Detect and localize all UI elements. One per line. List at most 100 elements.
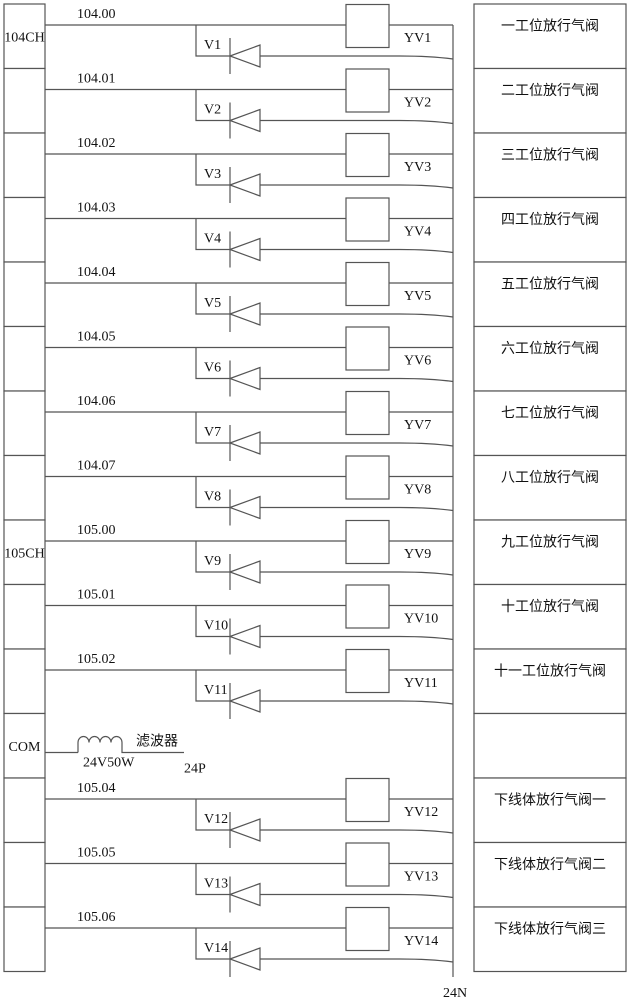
solenoid-coil: [345, 68, 390, 113]
solenoid-coil: [345, 132, 390, 178]
diode-icon: [228, 495, 261, 520]
valve-description: 五工位放行气阀: [501, 276, 599, 292]
description-cell: [473, 390, 627, 457]
solenoid-coil: [345, 455, 390, 500]
diode-return-wire: [260, 55, 454, 60]
circuit-row: 105.00 YV9 V9: [45, 519, 454, 590]
coil-label: YV7: [404, 418, 431, 433]
filter-label: 滤波器: [136, 734, 178, 750]
output-address: 104.05: [77, 330, 116, 345]
solenoid-coil: [345, 777, 390, 823]
diode-label: V1: [204, 38, 221, 53]
solenoid-coil: [345, 3, 390, 49]
circuit-row: 104.07 YV8 V8: [45, 455, 454, 526]
diode-icon: [228, 108, 261, 133]
com-row: 滤波器24V50W 24P: [45, 734, 206, 777]
diode-return-wire: [260, 829, 454, 834]
valve-description: 六工位放行气阀: [501, 341, 599, 357]
coil-label: YV11: [404, 676, 438, 691]
plc-terminal-cell: [3, 583, 46, 650]
diode-return-wire: [260, 506, 454, 512]
positive-supply-label: 24P: [184, 762, 206, 777]
diode-label: V14: [204, 941, 228, 956]
plc-terminal-cell: [3, 454, 46, 521]
description-cell: [473, 325, 627, 392]
output-address: 104.04: [77, 265, 116, 280]
coil-label: YV1: [404, 31, 431, 46]
diode-icon: [228, 173, 261, 197]
description-column: 一工位放行气阀二工位放行气阀三工位放行气阀四工位放行气阀五工位放行气阀六工位放行…: [473, 3, 627, 973]
plc-terminal-cell: [3, 325, 46, 392]
coil-label: YV13: [404, 870, 438, 885]
diode-label: V13: [204, 877, 228, 892]
solenoid-coil: [345, 584, 390, 629]
plc-terminal-cell: [3, 390, 46, 457]
output-address: 104.01: [77, 72, 116, 87]
diode-icon: [228, 624, 261, 649]
diode-return-wire: [260, 893, 454, 899]
valve-description: 下线体放行气阀二: [494, 857, 606, 873]
coil-label: YV14: [404, 934, 438, 949]
output-address: 104.07: [77, 459, 116, 474]
circuit-row: 105.01 YV10 V10: [45, 584, 454, 655]
valve-description: 四工位放行气阀: [501, 212, 599, 228]
solenoid-coil: [345, 390, 390, 436]
description-cell: [473, 132, 627, 199]
diode-icon: [228, 882, 261, 907]
diode-icon: [228, 431, 261, 455]
output-address: 105.00: [77, 523, 116, 538]
output-address: 105.06: [77, 910, 116, 925]
description-cell: [473, 3, 627, 70]
diode-label: V2: [204, 103, 221, 118]
circuit-row: 105.05 YV13 V13: [45, 842, 454, 913]
circuit-row: 104.00 YV1 V1: [45, 3, 454, 74]
solenoid-coil: [345, 519, 390, 565]
wiring-diagram: 104CH105CHCOM 104.00YV1V1104.01YV2V2104.…: [3, 3, 627, 1000]
description-cell: [473, 67, 627, 134]
valve-description: 下线体放行气阀三: [494, 921, 606, 937]
diode-label: V7: [204, 425, 221, 440]
plc-terminal-cell: [3, 841, 46, 908]
coil-label: YV3: [404, 160, 431, 175]
diode-label: V8: [204, 490, 221, 505]
output-address: 105.02: [77, 652, 116, 667]
solenoid-coil: [345, 261, 390, 307]
diode-label: V9: [204, 554, 221, 569]
description-cell: [473, 583, 627, 650]
circuit-row: 104.05 YV6 V6: [45, 326, 454, 397]
diode-return-wire: [260, 248, 454, 254]
plc-terminal-cell: [3, 648, 46, 715]
plc-terminal-cell: [3, 906, 46, 973]
output-address: 104.00: [77, 7, 116, 22]
diode-label: V4: [204, 232, 221, 247]
coil-label: YV5: [404, 289, 431, 304]
diode-label: V10: [204, 619, 228, 634]
valve-description: 七工位放行气阀: [501, 405, 599, 421]
output-address: 105.01: [77, 588, 116, 603]
circuit-rows: 104.00 YV1 V1 104.01 YV2 V2 104.02 YV3 V3 104.03 Y…: [45, 3, 454, 977]
plc-terminal-cell: [3, 132, 46, 199]
description-cell: [473, 519, 627, 586]
description-cell: [473, 648, 627, 715]
output-address: 104.03: [77, 201, 116, 216]
circuit-row: 105.06 YV14 V14: [45, 906, 454, 977]
circuit-row: 104.01 YV2 V2: [45, 68, 454, 139]
diode-return-wire: [260, 119, 454, 125]
plc-terminal-cell: [3, 196, 46, 263]
output-address: 105.04: [77, 781, 116, 796]
diode-icon: [228, 302, 261, 326]
circuit-row: 104.06 YV7 V7: [45, 390, 454, 461]
diode-label: V6: [204, 361, 221, 376]
solenoid-coil: [345, 197, 390, 242]
diode-return-wire: [260, 635, 454, 641]
diode-icon: [228, 44, 261, 68]
description-cell: [473, 712, 627, 779]
diode-icon: [228, 237, 261, 262]
description-cell: [473, 196, 627, 263]
diode-icon: [228, 818, 261, 842]
diode-icon: [228, 947, 261, 971]
output-address: 104.06: [77, 394, 116, 409]
coil-label: YV12: [404, 805, 438, 820]
description-cell: [473, 454, 627, 521]
solenoid-coil: [345, 906, 390, 952]
